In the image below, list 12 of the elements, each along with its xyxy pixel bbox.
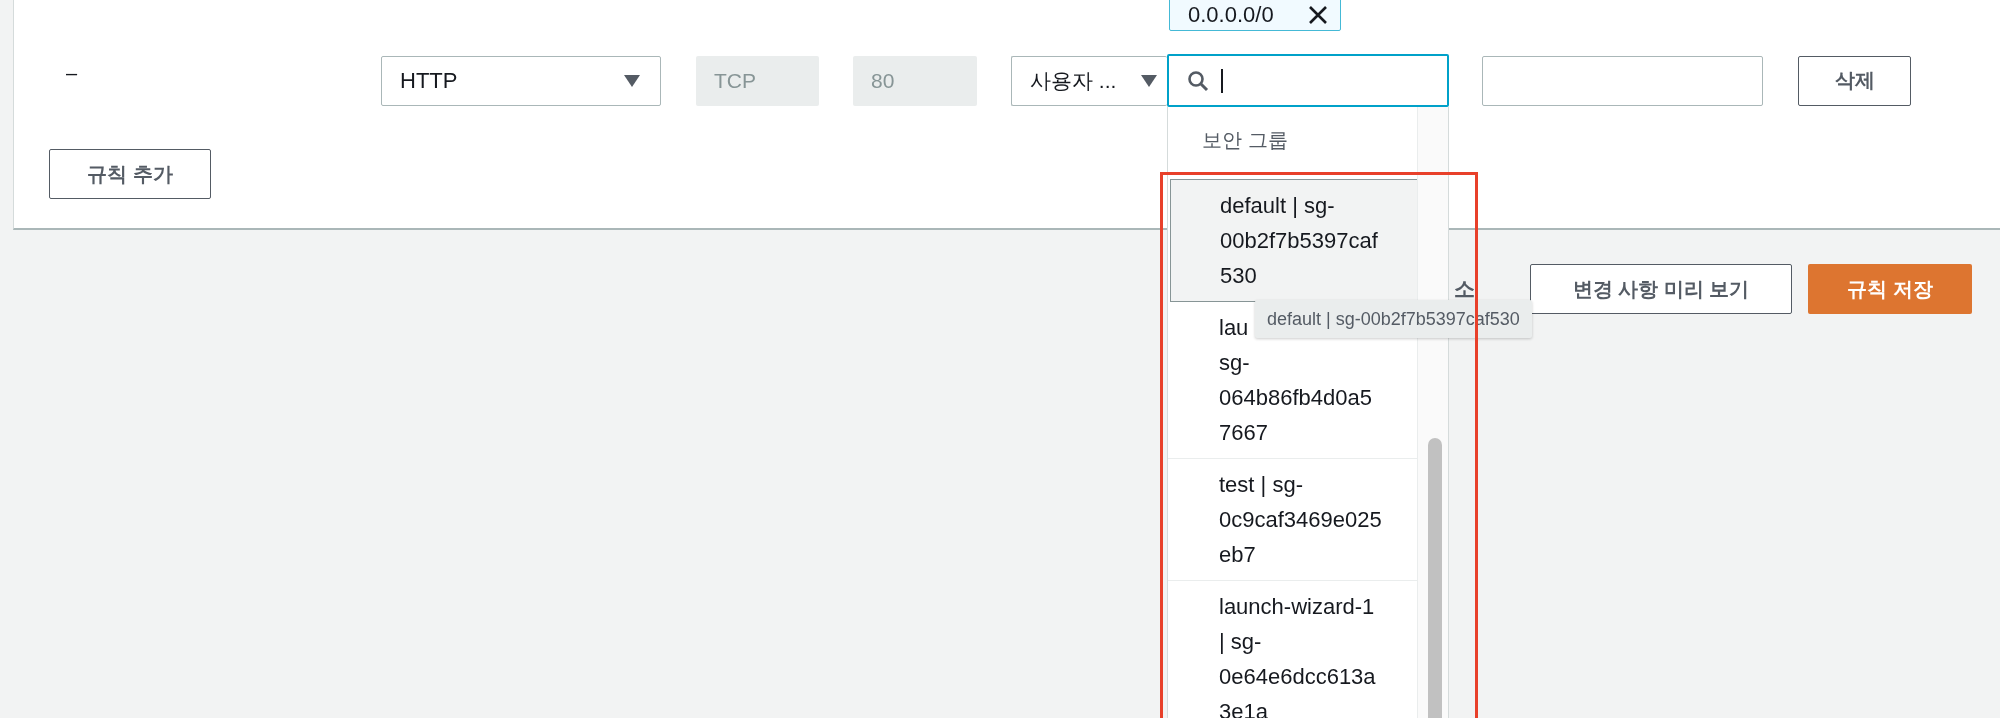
row-marker: – [65, 62, 79, 85]
chip-label: 0.0.0.0/0 [1188, 1, 1274, 28]
delete-button[interactable]: 삭제 [1798, 55, 1911, 106]
port-range-field: 80 [853, 55, 977, 106]
add-rule-button[interactable]: 규칙 추가 [49, 149, 211, 199]
type-select[interactable]: HTTP [381, 55, 661, 106]
dropdown-option[interactable]: default | sg- 00b2f7b5397caf 530 [1170, 179, 1418, 302]
dropdown-option[interactable]: test | sg- 0c9caf3469e025 eb7 [1168, 459, 1418, 581]
group-label: 보안 그룹 [1201, 128, 1289, 153]
preview-button[interactable]: 변경 사항 미리 보기 [1530, 264, 1792, 314]
protocol-field: TCP [696, 55, 819, 106]
source-type-select[interactable]: 사용자 ... [1011, 55, 1167, 106]
